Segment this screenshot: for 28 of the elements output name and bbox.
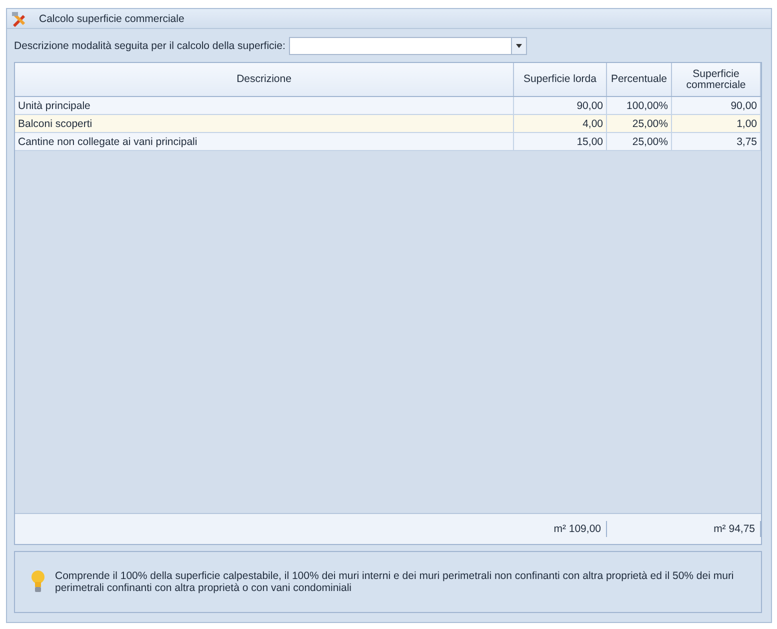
total-value: m² 109,00 bbox=[554, 523, 601, 535]
lightbulb-icon bbox=[31, 570, 45, 594]
table-cell: Unità principale bbox=[15, 97, 514, 114]
table-cell: 1,00 bbox=[672, 115, 761, 132]
table-cell: Cantine non collegate ai vani principali bbox=[15, 133, 514, 150]
table-cell: 90,00 bbox=[672, 97, 761, 114]
table-row[interactable]: Unità principale 90,00 100,00% 90,00 bbox=[15, 97, 761, 115]
column-header[interactable]: Superficie lorda bbox=[514, 63, 607, 96]
table-cell: 90,00 bbox=[514, 97, 607, 114]
column-header[interactable]: Percentuale bbox=[607, 63, 672, 96]
info-text: Comprende il 100% della superficie calpestabile, il 100% dei muri interni e dei muri perimetrali non confinanti con altra proprietà ed il 50% dei muri perimetrali confinanti con altra proprietà o con vani condominiali bbox=[55, 570, 735, 594]
table-cell: 3,75 bbox=[672, 133, 761, 150]
table-cell: 25,00% bbox=[607, 133, 672, 150]
mode-label: Descrizione modalità seguita per il calcolo della superficie: bbox=[14, 40, 286, 52]
table-cell: Balconi scoperti bbox=[15, 115, 514, 132]
total-value: m² 94,75 bbox=[714, 523, 755, 535]
dropdown-button[interactable] bbox=[511, 38, 526, 54]
table-cell: 25,00% bbox=[607, 115, 672, 132]
table-cell: 4,00 bbox=[514, 115, 607, 132]
caret-icon bbox=[516, 44, 522, 48]
table-row[interactable]: Cantine non collegate ai vani principali 15,00 25,00% 3,75 bbox=[15, 133, 761, 151]
column-header[interactable]: Superficie commerciale bbox=[672, 63, 761, 96]
window-title: Calcolo superficie commerciale bbox=[39, 12, 184, 24]
column-header[interactable]: Descrizione bbox=[15, 63, 514, 96]
tools-icon bbox=[11, 10, 27, 26]
table-row[interactable]: Balconi scoperti 4,00 25,00% 1,00 bbox=[15, 115, 761, 133]
table-cell: 100,00% bbox=[607, 97, 672, 114]
table-cell: 15,00 bbox=[514, 133, 607, 150]
